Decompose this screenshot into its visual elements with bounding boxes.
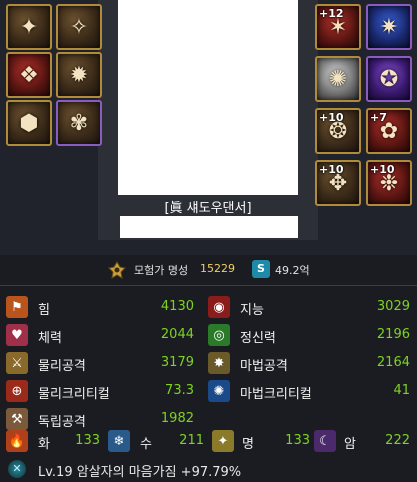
character-name-bar bbox=[120, 216, 298, 238]
element-value: 133 bbox=[285, 433, 310, 448]
weapon-doll-icon: ✾ bbox=[69, 110, 89, 136]
magic-attack-icon: ✸ bbox=[208, 352, 230, 374]
divider bbox=[0, 285, 417, 286]
enhancement-level: +12 bbox=[319, 7, 344, 20]
element-label: 화 bbox=[38, 437, 50, 452]
stat-label: 물리크리티컬 bbox=[38, 387, 110, 402]
physical-attack-icon: ⚔ bbox=[6, 352, 28, 374]
shoulder-armor-icon: ✦ bbox=[19, 14, 39, 40]
character-panel: [眞 섀도우댄서] bbox=[98, 0, 318, 240]
red-wrist-slot[interactable]: ✶ +12 bbox=[315, 4, 361, 50]
stat-value: 3179 bbox=[160, 355, 194, 370]
stat-label: 힘 bbox=[38, 303, 50, 318]
spirit-icon: ◎ bbox=[208, 324, 230, 346]
stat-label: 정신력 bbox=[240, 331, 276, 346]
belt-icon: ❖ bbox=[19, 62, 39, 88]
stat-value: 3029 bbox=[376, 299, 410, 314]
element-value: 222 bbox=[385, 433, 410, 448]
stat-label: 지능 bbox=[240, 303, 264, 318]
enhancement-level: +10 bbox=[370, 163, 395, 176]
strength-icon: ⚑ bbox=[6, 296, 28, 318]
pants-armor-slot[interactable]: ✹ bbox=[56, 52, 102, 98]
stat-value: 73.3 bbox=[165, 383, 194, 398]
pants-armor-icon: ✹ bbox=[69, 62, 89, 88]
silver-helm-slot[interactable]: ✺ bbox=[315, 56, 361, 102]
belt-slot[interactable]: ❖ bbox=[6, 52, 52, 98]
fame-row: 모험가 명성 15229 S 49.2억 bbox=[0, 258, 417, 282]
blue-title-slot[interactable]: ✷ bbox=[366, 4, 412, 50]
water-element-icon: ❄ bbox=[108, 430, 130, 452]
character-info-panel: [眞 섀도우댄서] ✦ ✧ ❖ ✹ ⬢ ✾ ✶ +12 ✷ ✺ ✪ ❂ +10 ✿ +7 ✥ +10 ❉ +10 모… bbox=[0, 0, 417, 482]
weapon-doll-slot[interactable]: ✾ bbox=[56, 100, 102, 146]
chest-armor-icon: ✧ bbox=[69, 14, 89, 40]
stat-value: 2196 bbox=[376, 327, 410, 342]
buff-text: Lv.19 암살자의 마음가짐 +97.79% bbox=[38, 465, 242, 480]
magic-stone-slot[interactable]: ❉ +10 bbox=[366, 160, 412, 206]
boots-slot[interactable]: ⬢ bbox=[6, 100, 52, 146]
character-portrait bbox=[118, 0, 298, 195]
stat-label: 마법크리티컬 bbox=[240, 387, 312, 402]
buff-row: ✕ Lv.19 암살자의 마음가짐 +97.79% bbox=[0, 458, 417, 480]
shoulder-armor-slot[interactable]: ✦ bbox=[6, 4, 52, 50]
blue-title-icon: ✷ bbox=[379, 14, 399, 40]
chest-armor-slot[interactable]: ✧ bbox=[56, 4, 102, 50]
stat-value: 41 bbox=[393, 383, 410, 398]
element-value: 133 bbox=[75, 433, 100, 448]
boots-icon: ⬢ bbox=[19, 110, 39, 136]
enhancement-level: +7 bbox=[370, 111, 387, 124]
element-label: 암 bbox=[344, 437, 356, 452]
physical-critical-icon: ⊕ bbox=[6, 380, 28, 402]
stat-value: 2164 bbox=[376, 355, 410, 370]
fame-value: 15229 bbox=[200, 262, 235, 275]
independent-attack-icon: ⚒ bbox=[6, 408, 28, 430]
light-element-icon: ✦ bbox=[212, 430, 234, 452]
stat-label: 마법공격 bbox=[240, 359, 288, 374]
purple-orb-slot[interactable]: ✪ bbox=[366, 56, 412, 102]
earring-slot[interactable]: ✥ +10 bbox=[315, 160, 361, 206]
stat-value: 2044 bbox=[160, 327, 194, 342]
stat-label: 체력 bbox=[38, 331, 62, 346]
stat-value: 4130 bbox=[160, 299, 194, 314]
vitality-icon: ♥ bbox=[6, 324, 28, 346]
bracelet-slot[interactable]: ❂ +10 bbox=[315, 108, 361, 154]
gold-badge-icon: S bbox=[252, 260, 270, 278]
character-name: [眞 섀도우댄서] bbox=[164, 201, 252, 216]
ring-slot[interactable]: ✿ +7 bbox=[366, 108, 412, 154]
element-label: 수 bbox=[140, 437, 152, 452]
stat-label: 독립공격 bbox=[38, 415, 86, 430]
magic-critical-icon: ✺ bbox=[208, 380, 230, 402]
fame-label: 모험가 명성 bbox=[134, 264, 189, 277]
dark-element-icon: ☾ bbox=[314, 430, 336, 452]
stat-value: 1982 bbox=[160, 411, 194, 426]
enhancement-level: +10 bbox=[319, 163, 344, 176]
fame-crest-icon bbox=[108, 261, 126, 279]
intelligence-icon: ◉ bbox=[208, 296, 230, 318]
equipment-area: [眞 섀도우댄서] ✦ ✧ ❖ ✹ ⬢ ✾ ✶ +12 ✷ ✺ ✪ ❂ +10 ✿ +7 ✥ +10 ❉ +10 bbox=[0, 0, 417, 255]
gold-value: 49.2억 bbox=[275, 264, 310, 277]
enhancement-level: +10 bbox=[319, 111, 344, 124]
element-value: 211 bbox=[179, 433, 204, 448]
assassin-mindset-icon: ✕ bbox=[8, 460, 26, 478]
stat-label: 물리공격 bbox=[38, 359, 86, 374]
element-label: 명 bbox=[242, 437, 254, 452]
silver-helm-icon: ✺ bbox=[328, 66, 348, 92]
fire-element-icon: 🔥 bbox=[6, 430, 28, 452]
purple-orb-icon: ✪ bbox=[379, 66, 399, 92]
